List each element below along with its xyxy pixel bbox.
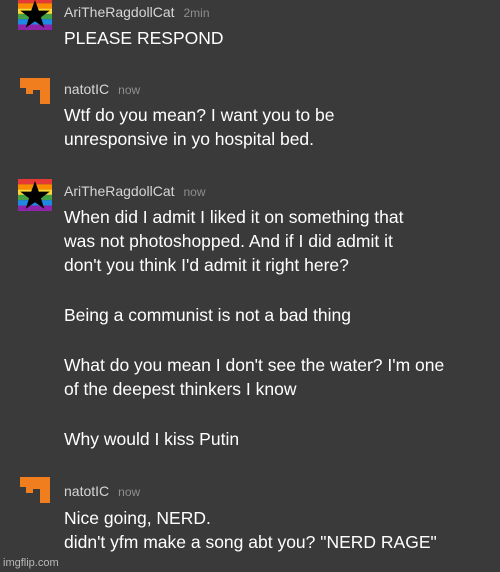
message-line: unresponsive in yo hospital bed. <box>64 129 315 149</box>
message-line: Nice going, NERD. <box>64 508 211 528</box>
message-line: didn't yfm make a song abt you? "NERD RA… <box>64 532 437 552</box>
message-line: What do you mean I don't see the water? … <box>64 355 445 375</box>
message-line: don't you think I'd admit it right here? <box>64 255 349 275</box>
message-author[interactable]: AriTheRagdollCat 2min <box>64 4 210 20</box>
author-name: AriTheRagdollCat <box>64 183 175 199</box>
orange-blocky-avatar[interactable] <box>18 475 52 505</box>
rainbow-star-avatar[interactable] <box>18 179 52 211</box>
orange-blocky-avatar[interactable] <box>18 76 52 106</box>
watermark: imgflip.com <box>3 557 59 569</box>
author-name: AriTheRagdollCat <box>64 4 175 20</box>
message-line: of the deepest thinkers I know <box>64 379 297 399</box>
message-timestamp: now <box>118 83 141 97</box>
message-body: Nice going, NERD. didn't yfm make a song… <box>64 506 494 554</box>
message-line: Being a communist is not a bad thing <box>64 305 351 325</box>
message-line: Wtf do you mean? I want you to be <box>64 105 335 125</box>
message-line: was not photoshopped. And if I did admit… <box>64 231 393 251</box>
message-author[interactable]: natotIC now <box>64 81 140 97</box>
author-name: natotIC <box>64 81 110 97</box>
rainbow-star-avatar[interactable] <box>18 0 52 30</box>
message-line: When did I admit I liked it on something… <box>64 207 404 227</box>
message-timestamp: now <box>118 485 141 499</box>
message-timestamp: now <box>183 185 206 199</box>
message-body: When did I admit I liked it on something… <box>64 205 494 451</box>
message-author[interactable]: natotIC now <box>64 483 140 499</box>
message-timestamp: 2min <box>183 6 210 20</box>
message-body: Wtf do you mean? I want you to be unresp… <box>64 103 494 151</box>
message-line: PLEASE RESPOND <box>64 28 224 48</box>
message-author[interactable]: AriTheRagdollCat now <box>64 183 206 199</box>
author-name: natotIC <box>64 483 110 499</box>
message-body: PLEASE RESPOND <box>64 26 494 50</box>
message-line: Why would I kiss Putin <box>64 429 240 449</box>
